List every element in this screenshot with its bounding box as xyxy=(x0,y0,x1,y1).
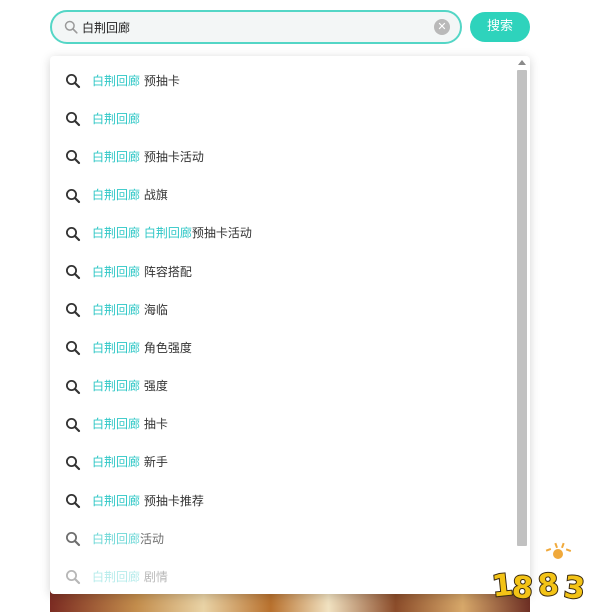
suggestion-keyword: 白荆回廊 xyxy=(92,493,141,508)
suggestion-keyword: 白荆回廊 xyxy=(92,111,141,126)
suggestion-item[interactable]: 白荆回廊 新手 xyxy=(50,443,512,481)
suggestion-item[interactable]: 白荆回廊 角色强度 xyxy=(50,328,512,366)
suggestion-text: 白荆回廊 剧情 xyxy=(92,568,168,585)
suggestion-keyword: 白荆回廊 xyxy=(143,226,192,241)
suggestion-text: 白荆回廊 预抽卡 xyxy=(92,72,180,89)
suggestion-dropdown: 白荆回廊 预抽卡 白荆回廊 白荆回廊 预抽卡活动 白荆回廊 战旗 白荆回廊 白荆… xyxy=(50,56,530,594)
svg-text:8: 8 xyxy=(511,570,534,606)
search-button[interactable]: 搜索 xyxy=(470,12,530,42)
magnifier-icon xyxy=(66,532,81,547)
suggestion-suffix: 抽卡 xyxy=(140,417,168,432)
suggestion-keyword: 白荆回廊 xyxy=(92,417,141,432)
suggestion-keyword: 白荆回廊 xyxy=(92,455,141,470)
suggestion-text: 白荆回廊 角色强度 xyxy=(92,339,192,356)
magnifier-icon xyxy=(66,150,81,165)
suggestion-item[interactable]: 白荆回廊 阵容搭配 xyxy=(50,252,512,290)
suggestion-suffix: 海临 xyxy=(140,302,168,317)
suggestion-item[interactable]: 白荆回廊 预抽卡 xyxy=(50,61,512,99)
suggestion-suffix: 阵容搭配 xyxy=(140,264,192,279)
suggestion-text: 白荆回廊 海临 xyxy=(92,301,168,318)
suggestion-text: 白荆回廊 xyxy=(92,110,140,127)
scroll-thumb[interactable] xyxy=(517,70,527,546)
search-box[interactable]: ✕ xyxy=(50,10,462,44)
suggestion-keyword: 白荆回廊 xyxy=(92,226,141,241)
suggestion-suffix: 活动 xyxy=(140,531,165,546)
suggestion-text: 白荆回廊 预抽卡推荐 xyxy=(92,492,204,509)
suggestion-item[interactable]: 白荆回廊 预抽卡活动 xyxy=(50,137,512,175)
suggestion-keyword: 白荆回廊 xyxy=(92,73,141,88)
watermark-logo: 1 8 8 3 xyxy=(489,542,588,608)
scrollbar[interactable] xyxy=(516,56,528,594)
suggestion-item[interactable]: 白荆回廊 强度 xyxy=(50,367,512,405)
search-icon xyxy=(64,20,78,34)
magnifier-icon xyxy=(66,188,81,203)
magnifier-icon xyxy=(66,570,81,585)
search-input[interactable] xyxy=(82,12,422,42)
suggestion-item[interactable]: 白荆回廊 xyxy=(50,99,512,137)
magnifier-icon xyxy=(66,494,81,509)
svg-text:8: 8 xyxy=(537,567,561,604)
suggestion-text: 白荆回廊活动 xyxy=(92,530,164,547)
suggestion-suffix: 预抽卡活动 xyxy=(191,226,252,241)
suggestion-keyword: 白荆回廊 xyxy=(92,302,141,317)
suggestion-text: 白荆回廊 阵容搭配 xyxy=(92,263,192,280)
suggestion-list: 白荆回廊 预抽卡 白荆回廊 白荆回廊 预抽卡活动 白荆回廊 战旗 白荆回廊 白荆… xyxy=(50,61,512,594)
suggestion-text: 白荆回廊 新手 xyxy=(92,453,168,470)
magnifier-icon xyxy=(66,455,81,470)
magnifier-icon xyxy=(66,303,81,318)
suggestion-keyword: 白荆回廊 xyxy=(92,264,141,279)
suggestion-keyword: 白荆回廊 xyxy=(92,531,141,546)
magnifier-icon xyxy=(66,264,81,280)
suggestion-keyword: 白荆回廊 xyxy=(92,340,141,355)
suggestion-item[interactable]: 白荆回廊 剧情 xyxy=(50,557,512,594)
suggestion-keyword: 白荆回廊 xyxy=(92,570,141,585)
suggestion-suffix: 预抽卡 xyxy=(140,73,180,88)
magnifier-icon xyxy=(66,112,81,127)
suggestion-text: 白荆回廊 白荆回廊预抽卡活动 xyxy=(92,224,252,241)
magnifier-icon xyxy=(66,226,81,241)
suggestion-keyword: 白荆回廊 xyxy=(92,149,141,164)
svg-text:3: 3 xyxy=(562,570,586,607)
suggestion-text: 白荆回廊 抽卡 xyxy=(92,415,168,432)
suggestion-item[interactable]: 白荆回廊 白荆回廊预抽卡活动 xyxy=(50,214,512,252)
suggestion-suffix: 剧情 xyxy=(140,570,168,585)
suggestion-item[interactable]: 白荆回廊 战旗 xyxy=(50,176,512,214)
suggestion-keyword: 白荆回廊 xyxy=(92,188,141,203)
suggestion-item[interactable]: 白荆回廊活动 xyxy=(50,519,512,557)
scroll-up-arrow-icon[interactable] xyxy=(518,60,526,65)
suggestion-suffix: 角色强度 xyxy=(140,340,192,355)
suggestion-text: 白荆回廊 强度 xyxy=(92,377,168,394)
suggestion-suffix: 战旗 xyxy=(140,188,168,203)
suggestion-item[interactable]: 白荆回廊 海临 xyxy=(50,290,512,328)
suggestion-suffix: 预抽卡推荐 xyxy=(140,493,204,508)
suggestion-suffix: 预抽卡活动 xyxy=(140,149,204,164)
magnifier-icon xyxy=(66,417,81,432)
suggestion-keyword: 白荆回廊 xyxy=(92,379,141,394)
suggestion-text: 白荆回廊 战旗 xyxy=(92,186,168,203)
suggestion-item[interactable]: 白荆回廊 抽卡 xyxy=(50,405,512,443)
suggestion-suffix: 新手 xyxy=(140,455,168,470)
magnifier-icon xyxy=(66,341,81,356)
magnifier-icon xyxy=(66,379,81,394)
suggestion-item[interactable]: 白荆回廊 预抽卡推荐 xyxy=(50,481,512,519)
suggestion-suffix: 强度 xyxy=(140,379,168,394)
magnifier-icon xyxy=(66,74,81,89)
clear-icon[interactable]: ✕ xyxy=(434,19,450,35)
suggestion-text: 白荆回廊 预抽卡活动 xyxy=(92,148,204,165)
